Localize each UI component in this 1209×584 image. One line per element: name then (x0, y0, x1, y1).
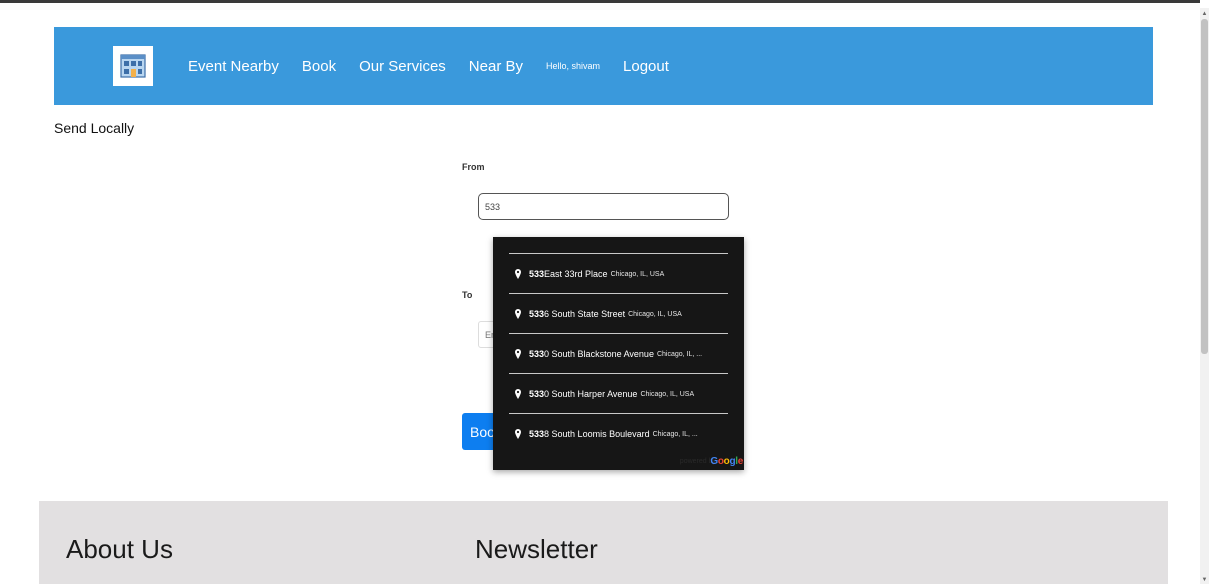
autocomplete-suggestion[interactable]: 533 East 33rd Place Chicago, IL, USA (509, 253, 728, 294)
suggestion-city: Chicago, IL, USA (628, 310, 682, 318)
suggestion-match: 533 (529, 349, 545, 359)
suggestion-street: 0 South Blackstone Avenue (544, 349, 654, 359)
suggestion-city: Chicago, IL, ... (656, 350, 703, 358)
to-label: To (462, 290, 473, 300)
navbar: Event Nearby Book Our Services Near By H… (54, 27, 1153, 105)
suggestion-street: 8 South Loomis Boulevard (544, 429, 650, 439)
map-pin-icon (515, 349, 521, 359)
site-logo[interactable] (113, 46, 153, 86)
autocomplete-suggestion[interactable]: 533 8 South Loomis Boulevard Chicago, IL, … (509, 413, 728, 454)
about-us-heading: About Us (66, 534, 173, 564)
map-pin-icon (515, 269, 521, 279)
autocomplete-suggestion[interactable]: 533 0 South Harper Avenue Chicago, IL, USA (509, 373, 728, 414)
map-pin-icon (515, 429, 521, 439)
scrollbar-thumb[interactable] (1201, 19, 1208, 354)
scroll-up-arrow-icon[interactable]: ▲ (1201, 10, 1208, 18)
page-scrollbar[interactable]: ▲ ▼ (1200, 8, 1209, 584)
from-label: From (462, 162, 485, 172)
scroll-down-arrow-icon[interactable]: ▼ (1201, 576, 1208, 584)
suggestion-city: Chicago, IL, ... (652, 430, 698, 438)
window-top-border (0, 0, 1200, 3)
nav-our-services[interactable]: Our Services (359, 58, 446, 75)
suggestion-match: 533 (529, 269, 545, 279)
logout-link[interactable]: Logout (623, 58, 669, 75)
autocomplete-suggestion[interactable]: 533 6 South State Street Chicago, IL, USA (509, 293, 728, 334)
suggestion-match: 533 (529, 309, 545, 319)
autocomplete-suggestion[interactable]: 533 0 South Blackstone Avenue Chicago, IL,… (509, 333, 728, 374)
suggestion-street: East 33rd Place (544, 269, 608, 279)
suggestion-street: 6 South State Street (544, 309, 626, 319)
google-logo: Google (710, 456, 743, 467)
building-icon (120, 54, 146, 78)
nav-book[interactable]: Book (302, 58, 336, 75)
map-pin-icon (515, 309, 521, 319)
suggestion-street: 0 South Harper Avenue (544, 389, 638, 399)
map-pin-icon (515, 389, 521, 399)
page-title: Send Locally (54, 120, 135, 136)
nav-event-nearby[interactable]: Event Nearby (188, 58, 279, 75)
footer: About Us Newsletter (39, 501, 1168, 584)
address-autocomplete-dropdown: 533 East 33rd Place Chicago, IL, USA 533 6… (493, 237, 744, 470)
suggestion-match: 533 (529, 429, 545, 439)
user-greeting: Hello, shivam (545, 61, 601, 71)
from-address-input[interactable] (478, 193, 729, 220)
suggestion-city: Chicago, IL, USA (640, 390, 695, 398)
nav-near-by[interactable]: Near By (469, 58, 523, 75)
newsletter-heading: Newsletter (475, 534, 598, 564)
suggestion-match: 533 (529, 389, 545, 399)
suggestion-city: Chicago, IL, USA (610, 270, 665, 278)
nav-links: Event Nearby Book Our Services Near By H… (188, 27, 692, 105)
